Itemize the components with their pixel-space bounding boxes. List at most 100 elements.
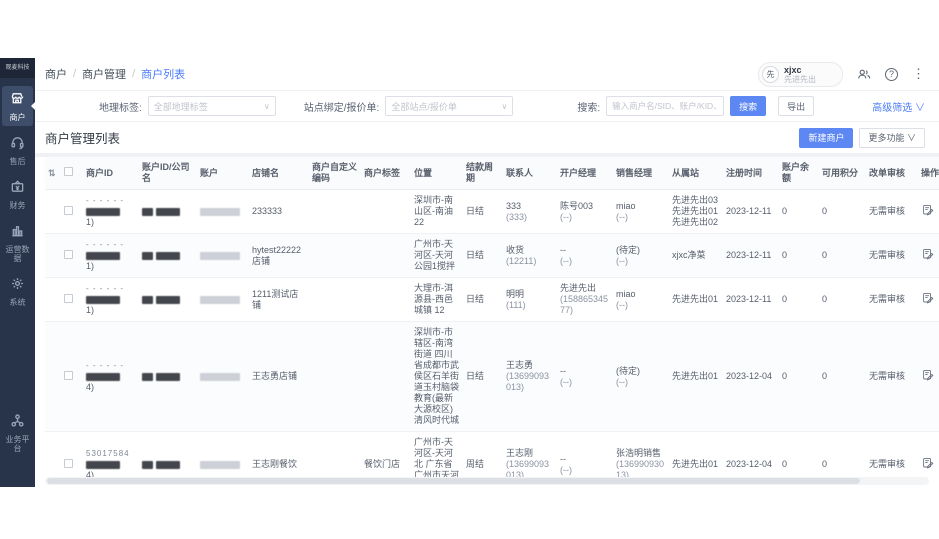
- censored-block: [155, 207, 180, 216]
- censored-block: [86, 295, 120, 304]
- table-row: - - - - - -1) 1211测试店铺 大理市-洱源县-西邑城镇 12 日结明…: [45, 277, 939, 322]
- cell-contact: 王志刚 (13699093013): [503, 431, 557, 477]
- help-icon[interactable]: ?: [885, 67, 898, 81]
- sidebar-item-商户[interactable]: 商户: [2, 86, 35, 126]
- cell-balance: 0: [779, 233, 819, 278]
- more-functions-button[interactable]: 更多功能 ∨: [859, 127, 925, 148]
- sidebar-item-财务[interactable]: 财务: [2, 174, 33, 214]
- cell-sales-manager: 张浩明销售 (13699093013): [613, 431, 669, 477]
- cell-account-manager: -- (--): [557, 233, 613, 278]
- breadcrumb-item[interactable]: 商户管理: [82, 66, 126, 82]
- cell-balance: 0: [779, 277, 819, 322]
- select-all-checkbox[interactable]: [64, 167, 73, 176]
- order-edit-icon[interactable]: [921, 456, 936, 471]
- sidebar-item-业务平台[interactable]: 业务平台: [2, 408, 33, 457]
- site-select[interactable]: 全部站点/报价单 ∨: [385, 96, 514, 116]
- cell-merchant-id: - - - - - -4): [83, 321, 139, 432]
- sidebar-item-售后[interactable]: 售后: [2, 130, 33, 170]
- column-header: 改单审核: [866, 157, 918, 190]
- topbar-right: 先 xjxc 先进先出 ? ⋮: [758, 61, 925, 87]
- new-merchant-button[interactable]: 新建商户: [799, 127, 854, 148]
- censored-block: [155, 372, 180, 381]
- more-menu-icon[interactable]: ⋮: [912, 66, 925, 82]
- cell-shop-name: 233333: [249, 189, 309, 234]
- list-header: 商户管理列表 新建商户 更多功能 ∨: [35, 122, 939, 153]
- cell-station: 先进先出01: [669, 321, 723, 432]
- cell-tag: [361, 321, 411, 432]
- advanced-filter-link[interactable]: 高级筛选 ∨: [872, 99, 925, 114]
- cell-location: 广州市-天河区-天河公园1搅拌: [411, 233, 463, 278]
- row-checkbox[interactable]: [64, 205, 73, 215]
- censored-block: [155, 251, 180, 260]
- cell-custom-code: [309, 321, 361, 432]
- column-header: 结款周期: [463, 157, 503, 190]
- cell-custom-code: [309, 431, 361, 477]
- cell-shop-name: 1211测试店铺: [249, 277, 309, 322]
- cell-account: [197, 233, 249, 278]
- scrollbar-thumb[interactable]: [47, 478, 861, 484]
- sidebar-item-label: 商户: [9, 113, 26, 122]
- cell-cycle: 日结: [463, 277, 503, 322]
- censored-block: [200, 207, 240, 216]
- topbar: 商户 / 商户管理 / 商户列表 先 xjxc 先进先出 ? ⋮: [35, 58, 939, 91]
- order-edit-icon[interactable]: [921, 368, 936, 383]
- cell-merchant-id: - - - - - -1): [83, 233, 139, 278]
- cell-contact: 王志勇 (13699093013): [503, 321, 557, 432]
- cell-tag: 餐饮门店: [361, 431, 411, 477]
- order-edit-icon[interactable]: [921, 247, 936, 262]
- censored-block: [86, 251, 120, 260]
- order-edit-icon[interactable]: [921, 203, 936, 218]
- censored-block: [200, 372, 240, 381]
- sidebar-item-系统[interactable]: 系统: [2, 271, 33, 311]
- row-checkbox[interactable]: [64, 293, 73, 303]
- geo-label: 地理标签:: [99, 102, 142, 114]
- cell-balance: 0: [779, 189, 819, 234]
- cell-custom-code: [309, 233, 361, 278]
- column-header: 开户经理: [557, 157, 613, 190]
- row-checkbox[interactable]: [64, 249, 73, 259]
- cell-shop-name: 王志勇店铺: [249, 321, 309, 432]
- cell-station: 先进先出01: [669, 277, 723, 322]
- cell-audit: 无需审核: [866, 431, 918, 477]
- order-edit-icon[interactable]: [921, 291, 936, 306]
- cell-custom-code: [309, 277, 361, 322]
- cell-custom-code: [309, 189, 361, 234]
- cell-company: [139, 233, 197, 278]
- cell-points: 0: [819, 233, 866, 278]
- sort-icon[interactable]: ⇅: [48, 168, 56, 178]
- cell-merchant-id: 53017584 4): [83, 431, 139, 477]
- column-header: 联系人: [503, 157, 557, 190]
- breadcrumb-item[interactable]: 商户: [45, 66, 67, 82]
- censored-block: [86, 207, 120, 216]
- cell-contact: 明明 (111): [503, 277, 557, 322]
- column-header: 可用积分: [819, 157, 866, 190]
- cell-reg-time: 2023-12-11: [723, 189, 779, 234]
- search-input[interactable]: [606, 96, 725, 116]
- geo-select[interactable]: 全部地理标签 ∨: [147, 96, 276, 116]
- export-button[interactable]: 导出: [778, 96, 815, 116]
- row-checkbox[interactable]: [64, 370, 73, 380]
- cell-company: [139, 431, 197, 477]
- cell-contact: 收货 (12211): [503, 233, 557, 278]
- column-header: 销售经理: [613, 157, 669, 190]
- cell-reg-time: 2023-12-11: [723, 233, 779, 278]
- censored-block: [142, 295, 153, 304]
- sidebar-item-运营数据[interactable]: 运营数据: [2, 218, 33, 267]
- cell-account: [197, 277, 249, 322]
- sidebar-bottom: 业务平台: [0, 406, 35, 459]
- cell-reg-time: 2023-12-04: [723, 431, 779, 477]
- search-button[interactable]: 搜索: [730, 96, 767, 116]
- horizontal-scrollbar[interactable]: [45, 477, 929, 485]
- table-row: - - - - - -4) 王志勇店铺 深圳市-市辖区-南湾街道 四川省成都市武侯…: [45, 321, 939, 432]
- user-menu[interactable]: 先 xjxc 先进先出: [758, 61, 843, 87]
- contacts-icon[interactable]: [857, 67, 871, 81]
- cell-location: 广州市-天河区-天河北 广东省广州市天河区天河北路: [411, 431, 463, 477]
- app-frame: 观麦科技 商户 售后 财务 运营数据 系统 业务平台 商户 / 商户管理 / 商户列表 先 xj…: [0, 58, 939, 487]
- censored-block: [142, 460, 153, 469]
- cell-company: [139, 189, 197, 234]
- filter-bar: 地理标签: 全部地理标签∨ 站点绑定/报价单: 全部站点/报价单∨ 搜索: 搜索…: [35, 91, 939, 122]
- row-checkbox[interactable]: [64, 458, 73, 468]
- cell-merchant-id: - - - - - -1): [83, 189, 139, 234]
- cell-company: [139, 277, 197, 322]
- site-label: 站点绑定/报价单:: [303, 102, 380, 114]
